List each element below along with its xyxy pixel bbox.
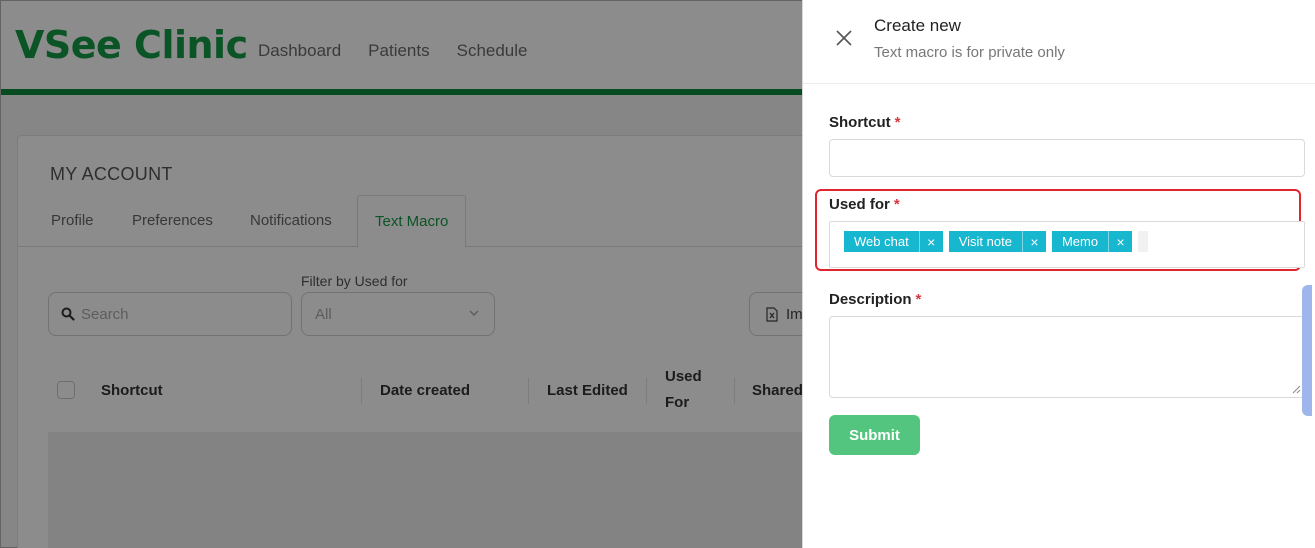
tag-visit-note: Visit note ×: [948, 231, 1046, 252]
description-label-text: Description: [829, 291, 912, 308]
tag-label: Web chat: [854, 234, 909, 249]
used-for-tags: Web chat × Visit note × Memo ×: [844, 231, 1149, 252]
used-for-multiselect[interactable]: Web chat × Visit note × Memo ×: [829, 221, 1305, 268]
close-icon[interactable]: [834, 28, 854, 48]
drawer-title: Create new: [874, 16, 961, 35]
create-macro-drawer: Create new Text macro is for private onl…: [802, 0, 1315, 548]
shortcut-input[interactable]: [829, 139, 1305, 177]
description-label: Description *: [829, 291, 921, 308]
required-mark: *: [893, 196, 900, 213]
required-mark: *: [894, 114, 901, 131]
tag-search-input[interactable]: [1138, 231, 1149, 252]
scrollbar-handle[interactable]: [1302, 285, 1312, 416]
required-mark: *: [915, 291, 922, 308]
shortcut-label: Shortcut *: [829, 114, 901, 131]
used-for-label: Used for *: [829, 196, 900, 213]
remove-tag-icon[interactable]: ×: [918, 231, 943, 252]
description-textarea[interactable]: [829, 316, 1305, 398]
tag-web-chat: Web chat ×: [844, 231, 943, 252]
drawer-header: Create new Text macro is for private onl…: [803, 0, 1315, 84]
tag-label: Visit note: [958, 234, 1012, 249]
tag-memo: Memo ×: [1051, 231, 1133, 252]
submit-button[interactable]: Submit: [829, 415, 920, 455]
remove-tag-icon[interactable]: ×: [1108, 231, 1132, 252]
used-for-label-text: Used for: [829, 196, 890, 213]
shortcut-label-text: Shortcut: [829, 114, 891, 131]
remove-tag-icon[interactable]: ×: [1021, 231, 1046, 252]
resize-handle-icon[interactable]: [1291, 384, 1301, 394]
drawer-subtitle: Text macro is for private only: [874, 44, 1065, 61]
tag-label: Memo: [1061, 234, 1099, 249]
